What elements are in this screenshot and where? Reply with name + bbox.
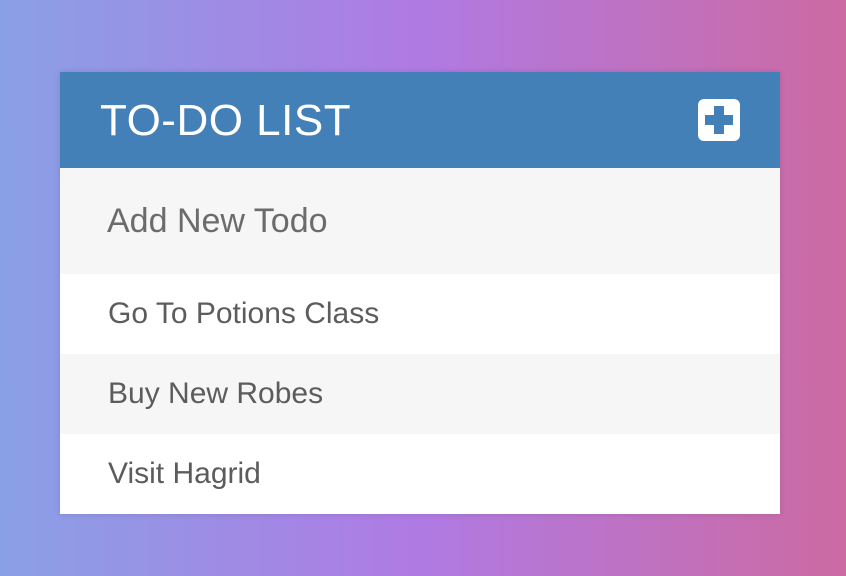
page-title: TO-DO LIST xyxy=(100,96,352,145)
plus-square-icon[interactable] xyxy=(698,99,740,141)
todo-panel: TO-DO LIST Go To Potions Class Buy New R… xyxy=(60,72,780,514)
todo-item[interactable]: Go To Potions Class xyxy=(60,274,780,354)
todo-item[interactable]: Buy New Robes xyxy=(60,354,780,434)
todo-item[interactable]: Visit Hagrid xyxy=(60,434,780,514)
add-todo-input[interactable] xyxy=(107,201,727,241)
todo-header: TO-DO LIST xyxy=(60,72,780,168)
todo-list: Go To Potions Class Buy New Robes Visit … xyxy=(60,274,780,514)
plus-icon-glyph xyxy=(705,106,733,134)
new-todo-row xyxy=(60,168,780,274)
